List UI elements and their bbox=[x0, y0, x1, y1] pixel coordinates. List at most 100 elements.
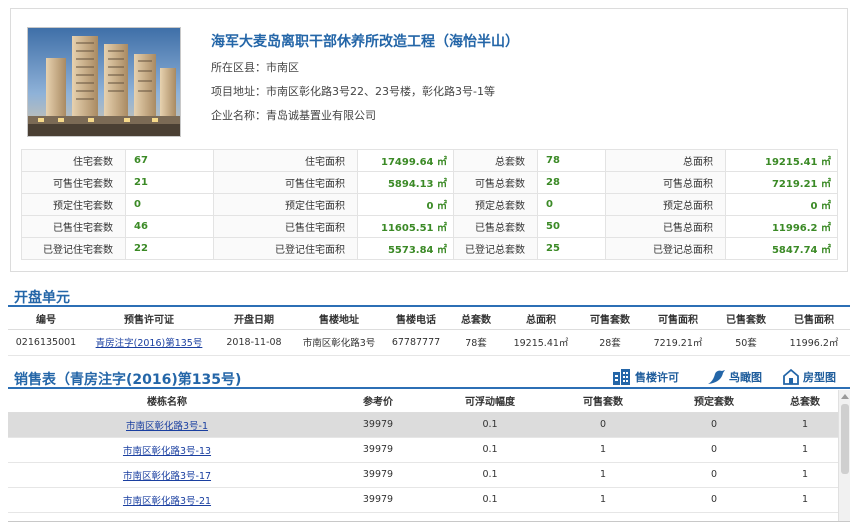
price-cell: 39979 bbox=[326, 462, 430, 488]
scroll-thumb[interactable] bbox=[841, 404, 849, 474]
stat-label: 预定总套数 bbox=[453, 193, 538, 216]
stat-value: 0 ㎡ bbox=[357, 193, 454, 216]
stat-label: 总面积 bbox=[605, 149, 726, 172]
sales-table-container[interactable]: 楼栋名称 参考价 可浮动幅度 可售套数 预定套数 总套数 市南区彰化路3号-1 … bbox=[8, 390, 850, 522]
opening-row: 0216135001 青房注字(2016)第135号 2018-11-08 市南… bbox=[8, 329, 850, 356]
stat-label: 住宅面积 bbox=[213, 149, 358, 172]
stat-value: 46 bbox=[125, 215, 214, 238]
price-cell: 39979 bbox=[326, 412, 430, 438]
avail-cell: 1 bbox=[550, 487, 656, 513]
stat-value: 0 ㎡ bbox=[725, 193, 838, 216]
stat-value: 17499.64 ㎡ bbox=[357, 149, 454, 172]
opening-col-header: 可售面积 bbox=[642, 309, 714, 330]
sales-scrollbar[interactable] bbox=[838, 390, 850, 521]
stat-value: 21 bbox=[125, 171, 214, 194]
aerial-view-label: 鸟瞰图 bbox=[729, 371, 762, 384]
stat-value: 11605.51 ㎡ bbox=[357, 215, 454, 238]
building-photo bbox=[27, 27, 181, 137]
project-district: 所在区县：市南区 bbox=[211, 59, 299, 75]
stat-value: 50 bbox=[537, 215, 606, 238]
opening-avail-area: 7219.21㎡ bbox=[642, 329, 714, 356]
stat-label: 预定总面积 bbox=[605, 193, 726, 216]
float-cell: 0.1 bbox=[430, 412, 550, 438]
stat-value: 5894.13 ㎡ bbox=[357, 171, 454, 194]
stat-label: 可售总面积 bbox=[605, 171, 726, 194]
sales-permit-button[interactable]: 售楼许可 bbox=[612, 368, 679, 386]
building-link[interactable]: 市南区彰化路3号-17 bbox=[123, 471, 211, 482]
sales-col-header: 可售套数 bbox=[550, 390, 656, 413]
permit-icon bbox=[613, 369, 630, 385]
building-link[interactable]: 市南区彰化路3号-13 bbox=[123, 446, 211, 457]
opening-sold-units: 50套 bbox=[714, 329, 778, 356]
building-name-cell: 市南区彰化路3号-17 bbox=[8, 462, 326, 488]
building-link[interactable]: 市南区彰化路3号-21 bbox=[123, 496, 211, 507]
stat-label: 已登记住宅面积 bbox=[213, 237, 358, 260]
stat-value: 28 bbox=[537, 171, 606, 194]
sales-section-title: 销售表（青房注字(2016)第135号) bbox=[14, 372, 242, 388]
stat-label: 可售住宅套数 bbox=[21, 171, 126, 194]
address-label: 项目地址： bbox=[211, 85, 266, 98]
opening-col-header: 预售许可证 bbox=[84, 309, 214, 330]
district-label: 所在区县： bbox=[211, 61, 266, 74]
opening-col-header: 总面积 bbox=[504, 309, 578, 330]
house-icon bbox=[783, 368, 799, 385]
stat-label: 预定住宅套数 bbox=[21, 193, 126, 216]
opening-section-title: 开盘单元 bbox=[14, 290, 70, 306]
stat-label: 预定住宅面积 bbox=[213, 193, 358, 216]
opening-col-header: 售楼电话 bbox=[384, 309, 448, 330]
table-row[interactable]: 市南区彰化路3号-21 39979 0.1 1 0 1 bbox=[8, 487, 838, 513]
opening-col-header: 已售面积 bbox=[778, 309, 850, 330]
stat-label: 已登记总套数 bbox=[453, 237, 538, 260]
stat-value: 19215.41 ㎡ bbox=[725, 149, 838, 172]
project-title: 海军大麦岛离职干部休养所改造工程（海怡半山） bbox=[211, 34, 519, 50]
opening-col-header: 编号 bbox=[8, 309, 84, 330]
floor-plan-button[interactable]: 房型图 bbox=[782, 368, 836, 386]
scroll-up-icon[interactable] bbox=[841, 394, 849, 399]
stats-row: 已登记住宅套数 22 已登记住宅面积 5573.84 ㎡ 已登记总套数 25 已… bbox=[21, 237, 838, 260]
float-cell: 0.1 bbox=[430, 487, 550, 513]
company-value: 青岛诚基置业有限公司 bbox=[266, 109, 376, 122]
building-name-cell: 市南区彰化路3号-13 bbox=[8, 437, 326, 463]
stats-row: 可售住宅套数 21 可售住宅面积 5894.13 ㎡ 可售总套数 28 可售总面… bbox=[21, 171, 838, 194]
price-cell: 39979 bbox=[326, 437, 430, 463]
opening-avail-units: 28套 bbox=[578, 329, 642, 356]
stat-value: 5847.74 ㎡ bbox=[725, 237, 838, 260]
building-name-cell: 市南区彰化路3号-1 bbox=[8, 412, 326, 438]
opening-permit-cell: 青房注字(2016)第135号 bbox=[84, 329, 214, 356]
stat-label: 总套数 bbox=[453, 149, 538, 172]
stats-row: 预定住宅套数 0 预定住宅面积 0 ㎡ 预定总套数 0 预定总面积 0 ㎡ bbox=[21, 193, 838, 216]
project-address: 项目地址：市南区彰化路3号22、23号楼，彰化路3号-1等 bbox=[211, 83, 495, 99]
table-row[interactable]: 市南区彰化路3号-13 39979 0.1 1 0 1 bbox=[8, 437, 838, 463]
stat-label: 可售住宅面积 bbox=[213, 171, 358, 194]
reserved-cell: 0 bbox=[656, 462, 772, 488]
total-cell: 1 bbox=[772, 437, 838, 463]
permit-link[interactable]: 青房注字(2016)第135号 bbox=[96, 338, 203, 349]
opening-col-header: 可售套数 bbox=[578, 309, 642, 330]
opening-col-header: 售楼地址 bbox=[294, 309, 384, 330]
opening-table: 编号 预售许可证 开盘日期 售楼地址 售楼电话 总套数 总面积 可售套数 可售面… bbox=[8, 309, 850, 356]
aerial-view-button[interactable]: 鸟瞰图 bbox=[706, 368, 762, 386]
stat-label: 可售总套数 bbox=[453, 171, 538, 194]
table-row[interactable]: 市南区彰化路3号-17 39979 0.1 1 0 1 bbox=[8, 462, 838, 488]
project-info-panel: 海军大麦岛离职干部休养所改造工程（海怡半山） 所在区县：市南区 项目地址：市南区… bbox=[10, 8, 848, 272]
stat-label: 已售总套数 bbox=[453, 215, 538, 238]
opening-sales-address: 市南区彰化路3号 bbox=[294, 329, 384, 356]
stat-label: 已登记住宅套数 bbox=[21, 237, 126, 260]
address-value: 市南区彰化路3号22、23号楼，彰化路3号-1等 bbox=[266, 85, 495, 98]
opening-total-area: 19215.41㎡ bbox=[504, 329, 578, 356]
building-link[interactable]: 市南区彰化路3号-1 bbox=[126, 421, 208, 432]
stat-value: 67 bbox=[125, 149, 214, 172]
table-row[interactable]: 市南区彰化路3号-1 39979 0.1 0 0 1 bbox=[8, 412, 838, 438]
avail-cell: 0 bbox=[550, 412, 656, 438]
project-company: 企业名称：青岛诚基置业有限公司 bbox=[211, 107, 376, 123]
avail-cell: 1 bbox=[550, 437, 656, 463]
building-name-cell: 市南区彰化路3号-21 bbox=[8, 487, 326, 513]
stat-value: 78 bbox=[537, 149, 606, 172]
sales-col-header: 参考价 bbox=[326, 390, 430, 413]
float-cell: 0.1 bbox=[430, 462, 550, 488]
stat-label: 已登记总面积 bbox=[605, 237, 726, 260]
opening-col-header: 已售套数 bbox=[714, 309, 778, 330]
sales-header-row: 楼栋名称 参考价 可浮动幅度 可售套数 预定套数 总套数 bbox=[8, 390, 838, 413]
stat-value: 5573.84 ㎡ bbox=[357, 237, 454, 260]
opening-col-header: 开盘日期 bbox=[214, 309, 294, 330]
